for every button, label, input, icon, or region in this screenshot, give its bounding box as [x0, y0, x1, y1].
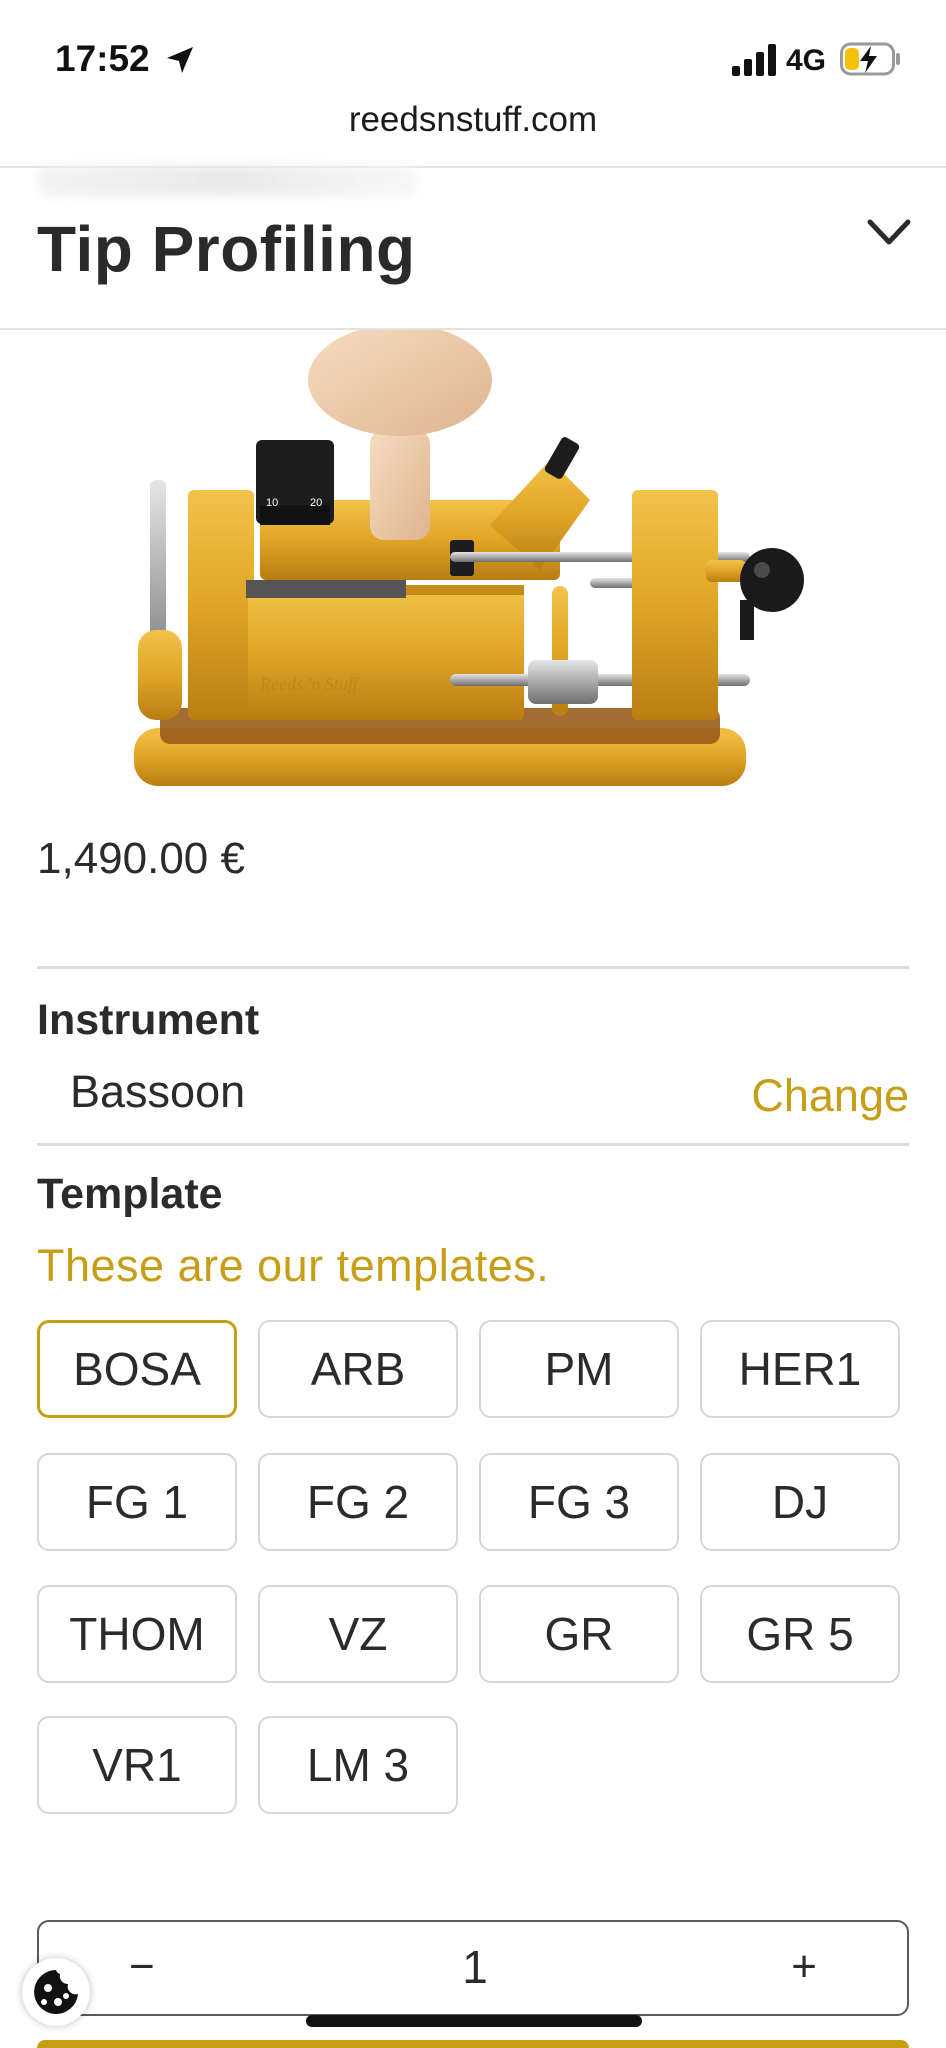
status-bar: 17:52 4G: [0, 0, 946, 110]
template-option-vr1[interactable]: VR1: [37, 1716, 237, 1814]
template-label: Template: [37, 1170, 223, 1218]
template-option-her1[interactable]: HER1: [700, 1320, 900, 1418]
cookie-icon: [34, 1970, 78, 2014]
section-divider: [37, 1143, 909, 1146]
engraving-text: Reeds 'n Stuff: [259, 674, 361, 694]
cookie-settings-button[interactable]: [22, 1958, 90, 2026]
browser-url[interactable]: reedsnstuff.com: [0, 100, 946, 140]
quantity-value[interactable]: 1: [39, 1940, 911, 1994]
faded-breadcrumb: [38, 166, 418, 196]
template-option-fg1[interactable]: FG 1: [37, 1453, 237, 1551]
home-indicator: [306, 2015, 642, 2027]
template-option-arb[interactable]: ARB: [258, 1320, 458, 1418]
template-option-gr5[interactable]: GR 5: [700, 1585, 900, 1683]
quantity-increase-button[interactable]: +: [791, 1942, 817, 1992]
instrument-label: Instrument: [37, 996, 260, 1044]
template-description: These are our templates.: [37, 1240, 550, 1291]
product-price: 1,490.00 €: [37, 834, 245, 883]
template-option-lm3[interactable]: LM 3: [258, 1716, 458, 1814]
network-type: 4G: [786, 44, 827, 77]
template-option-dj[interactable]: DJ: [700, 1453, 900, 1551]
dial-label-10: 10: [266, 497, 278, 509]
template-option-fg3[interactable]: FG 3: [479, 1453, 679, 1551]
template-option-bosa[interactable]: BOSA: [37, 1320, 237, 1418]
product-image: Reeds 'n Stuff 10 20: [134, 330, 804, 786]
template-option-gr[interactable]: GR: [479, 1585, 679, 1683]
chevron-down-icon[interactable]: [866, 216, 912, 250]
add-to-cart-button-edge[interactable]: [37, 2040, 909, 2048]
template-option-pm[interactable]: PM: [479, 1320, 679, 1418]
cellular-signal-icon: [732, 44, 776, 76]
template-option-fg2[interactable]: FG 2: [258, 1453, 458, 1551]
template-option-thom[interactable]: THOM: [37, 1585, 237, 1683]
template-option-vz[interactable]: VZ: [258, 1585, 458, 1683]
quantity-stepper: − 1 +: [37, 1920, 909, 2016]
page-title: Tip Profiling: [37, 213, 416, 285]
change-instrument-link[interactable]: Change: [751, 1070, 909, 1122]
status-time: 17:52: [55, 38, 150, 79]
battery-charging-icon: [840, 42, 900, 76]
dial-label-20: 20: [310, 497, 322, 509]
location-arrow-icon: [167, 47, 193, 73]
instrument-value: Bassoon: [70, 1066, 246, 1117]
section-divider: [37, 966, 909, 969]
